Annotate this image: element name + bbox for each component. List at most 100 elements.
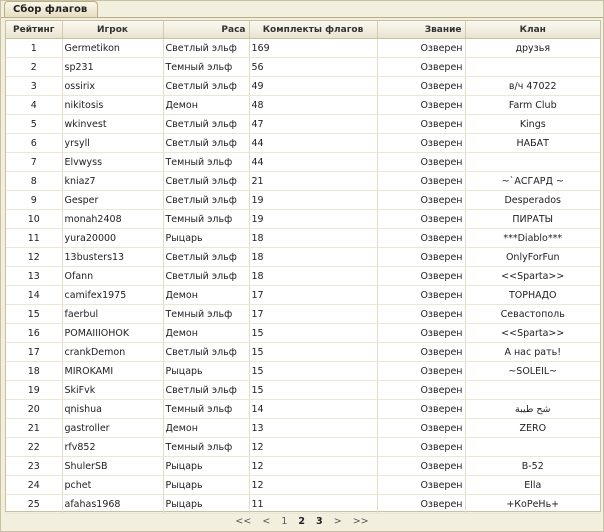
cell-flags: 17 [249,285,378,305]
cell-player[interactable]: gastroller [62,418,164,438]
cell-flags: 169 [249,38,378,58]
cell-player[interactable]: sp231 [62,57,164,77]
cell-clan [465,437,600,457]
cell-title: Озверен [377,95,466,115]
cell-rank: 16 [6,323,63,343]
cell-flags: 56 [249,57,378,77]
cell-title: Озверен [377,209,466,229]
table-row[interactable]: 7 Elvwyss Темный эльф 44 Озверен [6,152,600,172]
cell-race: Темный эльф [163,304,250,324]
cell-flags: 15 [249,361,378,381]
cell-player[interactable]: monah2408 [62,209,164,229]
page-link-1[interactable]: 1 [281,516,287,527]
first-page-link[interactable]: << [235,516,251,527]
table-row[interactable]: 10 monah2408 Темный эльф 19 Озверен ПИРАТЫ [6,209,600,229]
cell-title: Озверен [377,285,466,305]
column-header-race[interactable]: Раса [163,21,250,39]
cell-player[interactable]: yrsyll [62,133,164,153]
cell-title: Озверен [377,190,466,210]
page-link-2-current[interactable]: 2 [298,516,305,527]
cell-player[interactable]: Ofann [62,266,164,286]
table-row[interactable]: 16 POMAIIIOHOK Демон 15 Озверен <<Sparta>> [6,323,600,343]
cell-race: Темный эльф [163,399,250,419]
cell-flags: 44 [249,152,378,172]
prev-page-link[interactable]: < [262,516,270,527]
cell-title: Озверен [377,342,466,362]
table-row[interactable]: 24 pchet Рыцарь 12 Озверен Ella [6,475,600,495]
cell-player[interactable]: rfv852 [62,437,164,457]
cell-flags: 15 [249,323,378,343]
cell-player[interactable]: POMAIIIOHOK [62,323,164,343]
cell-player[interactable]: nikitosis [62,95,164,115]
cell-clan: Ella [465,475,600,495]
cell-flags: 18 [249,266,378,286]
cell-clan: ПИРАТЫ [465,209,600,229]
cell-player[interactable]: 13busters13 [62,247,164,267]
cell-player[interactable]: pchet [62,475,164,495]
table-row[interactable]: 3 ossirix Светлый эльф 49 Озверен в/ч 47022 [6,76,600,96]
cell-player[interactable]: afahas1968 [62,494,164,514]
cell-race: Светлый эльф [163,38,250,58]
table-row[interactable]: 1 Germetikon Светлый эльф 169 Озверен друзья [6,38,600,58]
table-row[interactable]: 14 camifex1975 Демон 17 Озверен ТОРНАДО [6,285,600,305]
table-row[interactable]: 17 crankDemon Светлый эльф 15 Озверен А нас р… [6,342,600,362]
table-row[interactable]: 23 ShulerSB Рыцарь 12 Озверен B-52 [6,456,600,476]
cell-rank: 23 [6,456,63,476]
column-header-flags[interactable]: Комплекты флагов [249,21,378,39]
table-row[interactable]: 5 wkinvest Светлый эльф 47 Озверен Kings [6,114,600,134]
cell-title: Озверен [377,171,466,191]
table-row[interactable]: 8 kniaz7 Светлый эльф 21 Озверен ~`АСГАРД ~ [6,171,600,191]
cell-player[interactable]: crankDemon [62,342,164,362]
cell-race: Темный эльф [163,57,250,77]
cell-player[interactable]: faerbul [62,304,164,324]
last-page-link[interactable]: >> [353,516,369,527]
cell-title: Озверен [377,399,466,419]
table-row[interactable]: 15 faerbul Темный эльф 17 Озверен Севастополь [6,304,600,324]
cell-flags: 18 [249,228,378,248]
tab-flag-collection[interactable]: Сбор флагов [4,1,99,17]
table-row[interactable]: 20 qnishua Темный эльф 14 Озверен شح طيبة [6,399,600,419]
table-row[interactable]: 11 yura20000 Рыцарь 18 Озверен ***Diablo*** [6,228,600,248]
table-row[interactable]: 13 Ofann Светлый эльф 18 Озверен <<Sparta>> [6,266,600,286]
cell-player[interactable]: Gesper [62,190,164,210]
table-row[interactable]: 2 sp231 Темный эльф 56 Озверен [6,57,600,77]
cell-player[interactable]: MIROKAMI [62,361,164,381]
cell-flags: 14 [249,399,378,419]
cell-rank: 11 [6,228,63,248]
table-row[interactable]: 21 gastroller Демон 13 Озверен ZERO [6,418,600,438]
pagination: << < 1 2 3 > >> [1,513,603,531]
next-page-link[interactable]: > [334,516,342,527]
table-row[interactable]: 6 yrsyll Светлый эльф 44 Озверен НАБАТ [6,133,600,153]
cell-flags: 49 [249,76,378,96]
page-link-3[interactable]: 3 [316,516,323,527]
cell-player[interactable]: wkinvest [62,114,164,134]
cell-player[interactable]: yura20000 [62,228,164,248]
table-row[interactable]: 4 nikitosis Демон 48 Озверен Farm Club [6,95,600,115]
table-row[interactable]: 9 Gesper Светлый эльф 19 Озверен Desperados [6,190,600,210]
table-row[interactable]: 18 MIROKAMI Рыцарь 15 Озверен ~SOLEIL~ [6,361,600,381]
cell-player[interactable]: qnishua [62,399,164,419]
table-row[interactable]: 19 SkiFvk Светлый эльф 15 Озверен [6,380,600,400]
table-row[interactable]: 12 13busters13 Светлый эльф 18 Озверен OnlyFo… [6,247,600,267]
cell-player[interactable]: ossirix [62,76,164,96]
cell-rank: 2 [6,57,63,77]
cell-player[interactable]: Elvwyss [62,152,164,172]
column-header-rank[interactable]: Рейтинг [6,21,63,39]
table-row[interactable]: 25 afahas1968 Рыцарь 11 Озверен +КоРеНь+ [6,494,600,514]
cell-race: Светлый эльф [163,266,250,286]
cell-player[interactable]: SkiFvk [62,380,164,400]
cell-clan: +КоРеНь+ [465,494,600,514]
cell-player[interactable]: camifex1975 [62,285,164,305]
cell-player[interactable]: ShulerSB [62,456,164,476]
cell-player[interactable]: kniaz7 [62,171,164,191]
cell-title: Озверен [377,437,466,457]
cell-clan: ~`АСГАРД ~ [465,171,600,191]
cell-player[interactable]: Germetikon [62,38,164,58]
cell-flags: 19 [249,190,378,210]
column-header-title[interactable]: Звание [377,21,466,39]
column-header-clan[interactable]: Клан [465,21,600,39]
table-row[interactable]: 22 rfv852 Темный эльф 12 Озверен [6,437,600,457]
column-header-player[interactable]: Игрок [62,21,164,39]
cell-race: Светлый эльф [163,342,250,362]
cell-rank: 13 [6,266,63,286]
